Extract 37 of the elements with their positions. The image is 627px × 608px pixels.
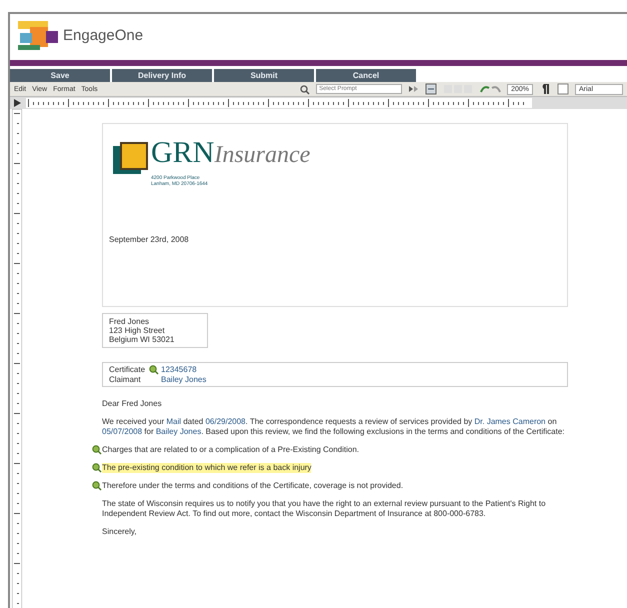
letter-paragraph: The state of Wisconsin requires us to notify you that you have the right to an external review pursuant to the Patient's Right to Independent Review Act. To find out more, contact the Wisconsin Department of Insurance at 800-000-6783. bbox=[102, 499, 547, 519]
navigate-arrows-icon bbox=[408, 84, 420, 94]
pin-icon bbox=[92, 481, 102, 491]
field-label: Certificate bbox=[109, 365, 146, 375]
action-button[interactable]: Delivery Info bbox=[112, 69, 212, 82]
pin-icon bbox=[92, 445, 102, 455]
merge-field[interactable]: 06/29/2008 bbox=[205, 417, 246, 426]
search-icon bbox=[299, 84, 310, 94]
letter-paragraph: Charges that are related to or a complication of a Pre-Existing Condition. bbox=[102, 445, 360, 455]
letter-paragraph: Therefore under the terms and conditions of the Certificate, coverage is not provided. bbox=[102, 481, 404, 491]
greeting: Dear Fred Jones bbox=[102, 399, 163, 409]
recipient-line: Belgium WI 53021 bbox=[109, 335, 176, 344]
letter-date: September 23rd, 2008 bbox=[109, 235, 190, 244]
field-label: Claimant bbox=[109, 375, 142, 384]
letter-paragraph: Sincerely, bbox=[102, 527, 137, 537]
letter-paragraph: We received your Mail dated 06/29/2008. The correspondence requests a review of services provided by Dr. James Cameron on 05/07/2008 for Bailey Jones. Based upon this review, we find the following exclusions in the terms and conditions of the Certificate: bbox=[102, 417, 566, 437]
field-value: Bailey Jones bbox=[161, 375, 206, 384]
merge-field[interactable]: Dr. James Cameron bbox=[474, 417, 546, 426]
letter-paragraph: The pre-existing condition to which we refer is a back injury bbox=[102, 463, 312, 473]
action-button[interactable]: Save bbox=[10, 69, 110, 82]
pin-icon bbox=[92, 463, 102, 473]
insurance-logo-icon bbox=[113, 142, 149, 174]
merge-field[interactable]: Bailey Jones bbox=[156, 427, 202, 436]
company-name: GRN bbox=[151, 136, 214, 169]
tab-stop-icon bbox=[12, 98, 22, 108]
recipient-line: Fred Jones bbox=[109, 317, 150, 326]
app-logo-icon bbox=[16, 19, 60, 51]
field-value: 12345678 bbox=[161, 365, 197, 375]
merge-field[interactable]: 05/07/2008 bbox=[102, 427, 142, 436]
app-name: EngageOne bbox=[63, 26, 144, 44]
merge-field[interactable]: Mail bbox=[166, 417, 181, 426]
document-icon bbox=[425, 83, 438, 95]
action-button[interactable]: Cancel bbox=[316, 69, 416, 82]
action-button[interactable]: Submit bbox=[214, 69, 314, 82]
company-suffix: Insurance bbox=[214, 142, 310, 168]
recipient-line: 123 High Street bbox=[109, 326, 166, 335]
undo-redo-icon bbox=[479, 84, 502, 94]
